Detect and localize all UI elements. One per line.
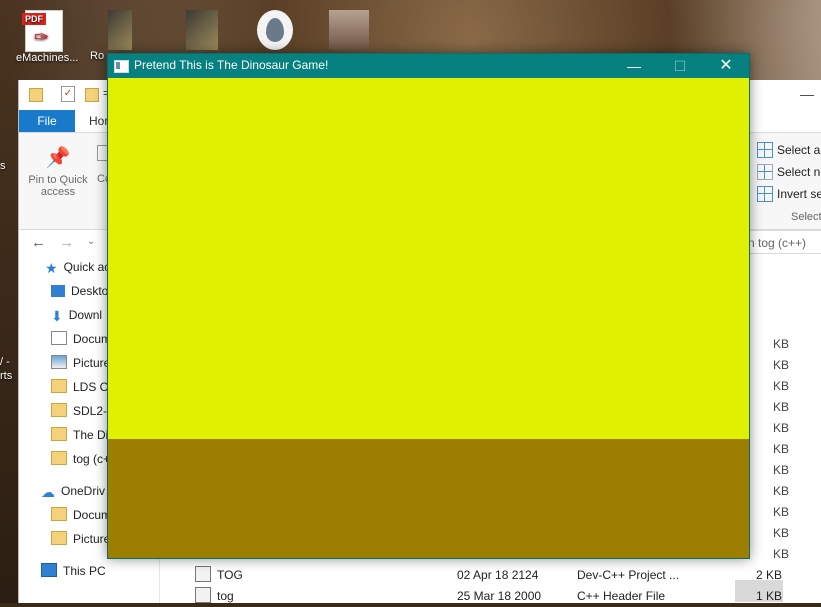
desktop-text-fragment: rts (0, 370, 13, 382)
photo-icon (329, 10, 369, 50)
nav-label: Docum (73, 332, 112, 346)
size-cell: KB (772, 463, 789, 477)
nav-item-pictures[interactable]: Picture (51, 352, 110, 374)
folder-icon (51, 451, 67, 465)
pin-icon: 📌 (45, 147, 71, 169)
game-titlebar[interactable]: Pretend This is The Dinosaur Game! — ☐ ✕ (108, 54, 749, 78)
file-row-details: 25 Mar 18 2000 C++ Header File 1 KB (19, 586, 821, 607)
file-size: 1 KB (755, 589, 782, 603)
desktop-text-fragment: s (0, 160, 6, 172)
nav-item-downloads[interactable]: ⬇ Downl (51, 304, 102, 326)
window-app-icon (114, 60, 129, 73)
window-title: Pretend This is The Dinosaur Game! (134, 58, 329, 72)
select-all-button[interactable]: Select all (755, 141, 821, 163)
minimize-button[interactable]: — (611, 54, 657, 78)
folder-icon (51, 403, 67, 417)
pictures-icon (51, 355, 67, 369)
nav-item-documents[interactable]: Docum (51, 328, 111, 350)
pin-label: Pin to Quick access (28, 174, 88, 198)
nav-item-sdl2[interactable]: SDL2-2 (51, 400, 114, 422)
desktop-text-fragment: / - (0, 356, 10, 368)
minimize-button[interactable]: — (800, 86, 814, 102)
size-cell: KB (772, 505, 789, 519)
select-group: Select all Select no Invert sel (755, 141, 821, 207)
select-group-caption: Select (791, 211, 821, 223)
pin-to-quick-access-button[interactable]: 📌 Pin to Quick access (25, 145, 91, 198)
size-cell: KB (772, 547, 789, 561)
folder-icon (51, 531, 67, 545)
size-cell: KB (772, 421, 789, 435)
desktop-icon-label: eMachines... (16, 52, 79, 64)
nav-label: OneDriv (61, 484, 106, 498)
tab-file[interactable]: File (19, 110, 75, 132)
shortcut-icon (186, 10, 218, 50)
invert-selection-icon (757, 186, 773, 202)
nav-item-onedrive[interactable]: ☁ OneDriv (41, 480, 105, 502)
invert-selection-label: Invert sel (777, 187, 821, 201)
shortcut-icon (108, 10, 132, 50)
desktop-icon-fourth[interactable] (252, 10, 298, 50)
nav-label: Quick ac (63, 260, 111, 274)
nav-label: Downl (68, 308, 103, 322)
back-arrow-icon[interactable]: ← (31, 234, 46, 251)
folder-icon (51, 507, 67, 521)
size-cell: KB (772, 442, 789, 456)
file-date: 25 Mar 18 2000 (457, 589, 542, 603)
nav-item-onedrive-documents[interactable]: Docum (51, 504, 111, 526)
file-type: Dev-C++ Project ... (577, 568, 680, 582)
desktop-icon-pdf[interactable]: PDF ✑ eMachines... (16, 10, 79, 64)
desktop-icon-third[interactable] (184, 10, 220, 50)
folder-icon (51, 427, 67, 441)
select-all-icon (757, 142, 773, 158)
size-cell: KB (772, 484, 789, 498)
game-ground (108, 439, 749, 558)
nav-label: Docum (73, 508, 112, 522)
nav-item-tog[interactable]: tog (c+ (51, 448, 110, 470)
nav-item-desktop[interactable]: Deskto (51, 280, 108, 302)
desktop-icon-fifth[interactable] (328, 10, 370, 50)
properties-icon[interactable]: ✓ (61, 86, 75, 102)
file-row-details: 02 Apr 18 2124 Dev-C++ Project ... 2 KB (19, 565, 821, 586)
file-type: C++ Header File (577, 589, 666, 603)
pdf-icon: PDF ✑ (22, 10, 63, 52)
file-date: 02 Apr 18 2124 (457, 568, 539, 582)
folder-icon[interactable] (29, 88, 43, 102)
search-input[interactable]: n tog (c++) (739, 230, 821, 254)
documents-icon (51, 331, 67, 345)
star-icon: ★ (45, 260, 58, 276)
download-icon: ⬇ (51, 308, 63, 324)
nav-label: Deskto (71, 284, 109, 298)
desktop-icon (51, 285, 65, 297)
size-cell: KB (772, 337, 789, 351)
onedrive-icon: ☁ (41, 484, 55, 500)
game-window: Pretend This is The Dinosaur Game! — ☐ ✕ (107, 53, 750, 559)
nav-item-quick-access[interactable]: ★ Quick ac (45, 256, 110, 278)
folder-icon (51, 379, 67, 393)
tab-home[interactable]: Hor (89, 110, 108, 132)
select-all-label: Select all (777, 143, 821, 157)
recent-locations-chevron-icon[interactable]: ⌄ (87, 236, 95, 247)
forward-arrow-icon[interactable]: → (59, 234, 74, 251)
nav-item-dinosaur[interactable]: The Din (51, 424, 115, 446)
new-folder-icon[interactable] (85, 88, 99, 102)
game-sky (108, 78, 749, 439)
size-cell: KB (772, 379, 789, 393)
game-canvas[interactable] (108, 78, 749, 558)
maximize-button[interactable]: ☐ (657, 54, 703, 78)
water-drop-icon (257, 10, 293, 50)
nav-label: Picture (73, 356, 111, 370)
select-none-button[interactable]: Select no (755, 163, 821, 185)
select-none-icon (757, 164, 773, 180)
nav-label: tog (c+ (73, 452, 111, 466)
invert-selection-button[interactable]: Invert sel (755, 185, 821, 207)
close-button[interactable]: ✕ (703, 54, 749, 78)
file-size: 2 KB (755, 568, 782, 582)
select-none-label: Select no (777, 165, 821, 179)
size-cell: KB (772, 526, 789, 540)
size-cell: KB (772, 358, 789, 372)
size-cell: KB (772, 400, 789, 414)
